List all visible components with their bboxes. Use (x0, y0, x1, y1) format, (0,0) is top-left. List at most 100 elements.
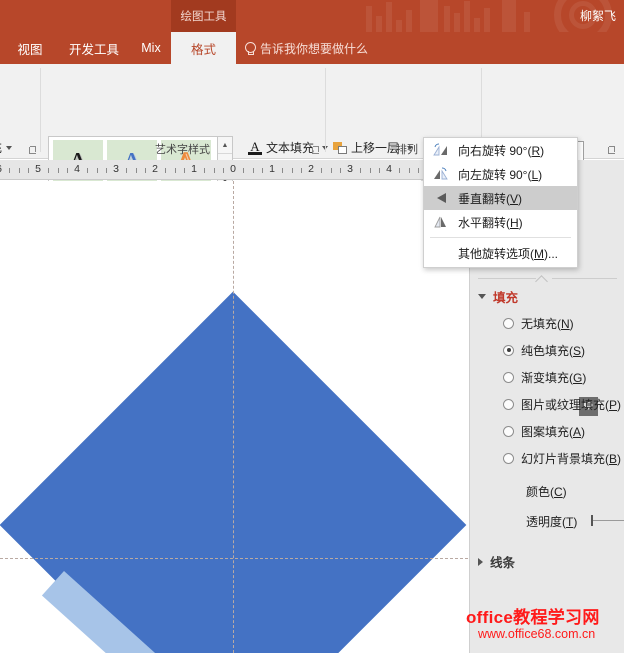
wordart-dialog-launcher[interactable] (310, 145, 321, 156)
vertical-guide[interactable] (233, 181, 234, 653)
ruler-tick-label: 1 (269, 163, 275, 175)
ruler-minor-tick (19, 168, 20, 173)
fill-option-pattern-fill[interactable]: 图案填充(A) (503, 422, 585, 440)
menu-item-rotate-left-90[interactable]: 向左旋转 90°(L) (424, 162, 577, 186)
tab-view[interactable]: 视图 (8, 32, 52, 64)
ruler-tick-label: 3 (347, 163, 353, 175)
tab-developer[interactable]: 开发工具 (58, 32, 130, 64)
ruler-minor-tick (9, 168, 10, 173)
ruler-minor-tick (136, 168, 137, 173)
title-bar: 绘图工具 柳絮飞 (0, 0, 624, 32)
fill-section-heading[interactable]: 填充 (478, 287, 518, 306)
ruler-tick-label: 3 (113, 163, 119, 175)
fill-transparency-field[interactable]: 透明度(T) (526, 512, 577, 530)
slider-track (593, 520, 624, 521)
tell-me-label: 告诉我你想要做什么 (260, 40, 368, 57)
radio-no-fill[interactable] (503, 318, 514, 329)
contextual-tab-drawing-tools: 绘图工具 (171, 0, 236, 32)
ruler-minor-tick (301, 168, 302, 173)
fill-color-label: 颜色(C) (526, 483, 567, 500)
ruler-minor-tick (48, 168, 49, 173)
ruler-minor-tick (184, 168, 185, 173)
ruler-minor-tick (97, 168, 98, 173)
menu-item-more-rotation-options[interactable]: 其他旋转选项(M)... (424, 241, 577, 265)
ruler-minor-tick (28, 168, 29, 173)
ruler-minor-tick (331, 168, 332, 173)
ruler-minor-tick (292, 168, 293, 173)
fill-option-label: 图案填充(A) (521, 423, 585, 440)
ruler-minor-tick (214, 168, 215, 173)
fill-option-solid-fill[interactable]: 纯色填充(S) (503, 341, 585, 359)
shape-styles-dialog-launcher[interactable] (27, 145, 38, 156)
slide-canvas[interactable] (0, 181, 468, 653)
ruler-tick-label: 0 (230, 163, 236, 175)
fill-option-slide-background-fill[interactable]: 幻灯片背景填充(B) (503, 449, 621, 467)
ruler-minor-tick (379, 168, 380, 173)
group-separator (40, 68, 41, 152)
transparency-slider[interactable] (585, 514, 624, 528)
fill-transparency-label: 透明度(T) (526, 513, 577, 530)
ruler-tick-label: 4 (74, 163, 80, 175)
panel-collapse-chevron-icon[interactable] (536, 270, 552, 279)
ruler-minor-tick (145, 168, 146, 173)
ruler-minor-tick (340, 168, 341, 173)
tab-format[interactable]: 格式 (171, 32, 236, 64)
ruler-minor-tick (223, 168, 224, 173)
ruler-minor-tick (243, 168, 244, 173)
radio-solid-fill[interactable] (503, 345, 514, 356)
radio-pattern-fill[interactable] (503, 426, 514, 437)
menu-item-flip-vertical[interactable]: 垂直翻转(V) (424, 186, 577, 210)
fill-option-label: 无填充(N) (521, 315, 574, 332)
ruler-tick-label: 4 (386, 163, 392, 175)
fill-option-no-fill[interactable]: 无填充(N) (503, 314, 574, 332)
horizontal-guide[interactable] (0, 558, 468, 559)
ruler-minor-tick (321, 168, 322, 173)
slider-thumb[interactable] (591, 515, 593, 526)
ruler-minor-tick (282, 168, 283, 173)
rotate-dropdown-menu[interactable]: 向右旋转 90°(R) 向左旋转 90°(L) 垂直翻转(V) 水平翻转(H) (423, 137, 578, 268)
flip-horizontal-icon (433, 215, 448, 229)
menu-item-label: 向左旋转 90°(L) (458, 166, 542, 183)
tab-mix[interactable]: Mix (132, 32, 170, 64)
ruler-minor-tick (262, 168, 263, 173)
menu-item-flip-horizontal[interactable]: 水平翻转(H) (424, 210, 577, 234)
ruler-minor-tick (253, 168, 254, 173)
group-separator (325, 68, 326, 152)
fill-color-field[interactable]: 颜色(C) (526, 482, 567, 500)
fill-option-picture-texture-fill[interactable]: 图片或纹理填充(P) (503, 395, 621, 413)
menu-item-label: 其他旋转选项(M)... (458, 245, 558, 262)
user-account-name[interactable]: 柳絮飞 (580, 7, 616, 24)
ruler-track: 654321012345 (0, 160, 468, 180)
ruler-minor-tick (370, 168, 371, 173)
ruler-minor-tick (58, 168, 59, 173)
watermark-line1: office教程学习网 (466, 603, 600, 628)
fill-option-gradient-fill[interactable]: 渐变填充(G) (503, 368, 586, 386)
fill-option-label: 图片或纹理填充(P) (521, 396, 621, 413)
lightbulb-icon (244, 42, 255, 55)
ruler-minor-tick (165, 168, 166, 173)
fill-option-label: 纯色填充(S) (521, 342, 585, 359)
menu-item-label: 向右旋转 90°(R) (458, 142, 544, 159)
chevron-down-icon (6, 146, 12, 150)
ruler-tick-label: 2 (308, 163, 314, 175)
rotate-right-90-icon (433, 143, 448, 157)
ruler-tick-label: 5 (35, 163, 41, 175)
fill-option-label: 渐变填充(G) (521, 369, 586, 386)
line-section-heading[interactable]: 线条 (478, 552, 515, 571)
menu-item-rotate-right-90[interactable]: 向右旋转 90°(R) (424, 138, 577, 162)
watermark-line2: www.office68.com.cn (478, 627, 595, 641)
ruler-minor-tick (360, 168, 361, 173)
triangle-right-icon (478, 558, 483, 566)
menu-item-label: 垂直翻转(V) (458, 190, 522, 207)
tell-me-search[interactable]: 告诉我你想要做什么 (244, 32, 368, 64)
size-dialog-launcher[interactable] (606, 145, 617, 156)
radio-slide-background-fill[interactable] (503, 453, 514, 464)
ruler-minor-tick (175, 168, 176, 173)
horizontal-ruler[interactable]: 654321012345 (0, 160, 468, 180)
fill-section-label: 填充 (493, 287, 518, 306)
radio-gradient-fill[interactable] (503, 372, 514, 383)
menu-item-label: 水平翻转(H) (458, 214, 523, 231)
radio-picture-texture-fill[interactable] (503, 399, 514, 410)
ruler-minor-tick (87, 168, 88, 173)
ruler-minor-tick (409, 168, 410, 173)
